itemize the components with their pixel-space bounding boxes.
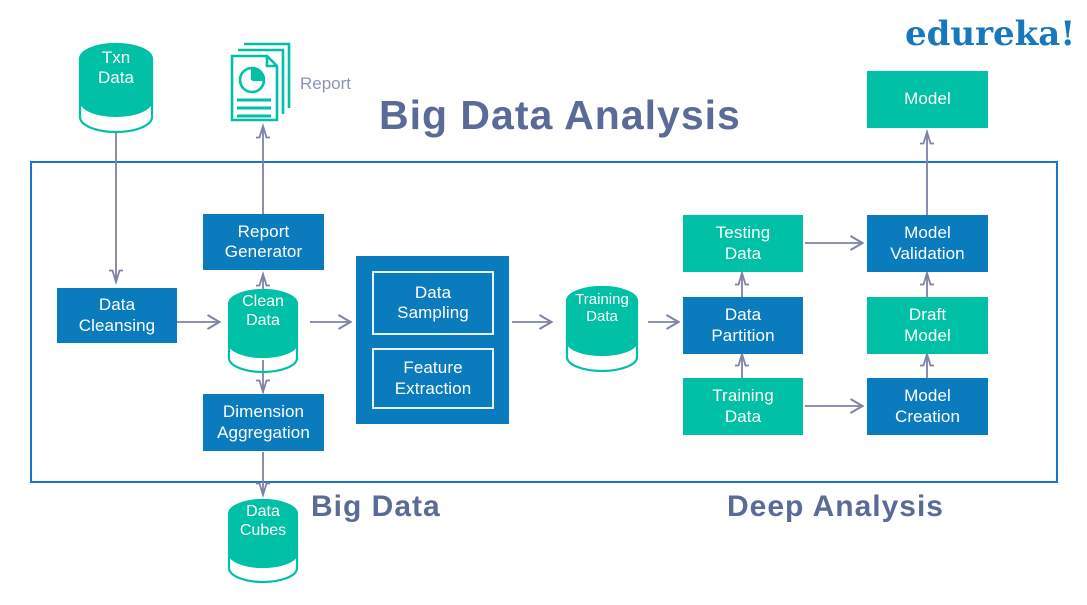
- node-data-partition[interactable]: Data Partition: [683, 297, 803, 354]
- report-label: Report: [300, 74, 352, 93]
- page-title: Big Data Analysis: [379, 92, 741, 138]
- txn-data-cylinder[interactable]: Txn Data: [78, 42, 154, 134]
- training-data-cylinder[interactable]: Training Data: [565, 285, 639, 373]
- node-testing-data[interactable]: Testing Data: [683, 215, 803, 272]
- section-label-deep-analysis: Deep Analysis: [727, 490, 944, 523]
- node-dimension-aggregation[interactable]: Dimension Aggregation: [203, 394, 324, 451]
- report-document-icon: [226, 32, 301, 124]
- node-draft-model[interactable]: Draft Model: [867, 297, 988, 354]
- diagram-canvas: edureka! Big Data Analysis Big Data Deep…: [0, 0, 1087, 605]
- data-cubes-cylinder[interactable]: Data Cubes: [227, 498, 299, 584]
- node-training-data[interactable]: Training Data: [683, 378, 803, 435]
- node-feature-extraction[interactable]: Feature Extraction: [372, 348, 494, 409]
- node-model-creation[interactable]: Model Creation: [867, 378, 988, 435]
- node-model[interactable]: Model: [867, 71, 988, 128]
- edureka-logo: edureka!: [905, 14, 1076, 54]
- node-data-cleansing[interactable]: Data Cleansing: [57, 288, 177, 343]
- node-report-generator[interactable]: Report Generator: [203, 214, 324, 270]
- section-label-big-data: Big Data: [311, 490, 441, 523]
- clean-data-cylinder[interactable]: Clean Data: [227, 288, 299, 374]
- node-data-sampling[interactable]: Data Sampling: [372, 271, 494, 335]
- node-model-validation[interactable]: Model Validation: [867, 215, 988, 272]
